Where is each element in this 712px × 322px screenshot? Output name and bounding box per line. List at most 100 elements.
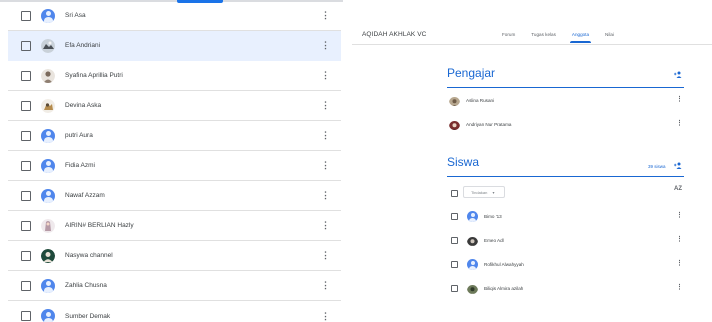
list-item[interactable]: Devina Aska ⋮ [8,91,341,121]
row-checkbox[interactable] [451,237,458,244]
avatar [41,309,55,322]
student-name: putri Aura [65,132,93,139]
row-checkbox[interactable] [21,311,31,321]
more-vert-icon[interactable]: ⋮ [321,41,330,50]
avatar [41,8,55,23]
list-item[interactable]: Sumber Demak ⋮ [8,301,341,322]
teacher-name: Andriyan Nur Pratama [466,122,512,127]
tab-forum[interactable]: Forum [502,27,515,43]
avatar [467,211,478,222]
avatar [467,235,478,246]
teachers-divider [447,87,684,88]
more-vert-icon[interactable]: ⋮ [676,96,683,103]
teacher-row[interactable]: Andriyan Nur Pratama ⋮ [447,113,684,137]
row-checkbox[interactable] [21,130,31,141]
row-checkbox[interactable] [21,40,31,51]
avatar [449,119,460,130]
avatar [41,38,55,53]
tab-people[interactable]: Anggota [569,27,592,43]
more-vert-icon[interactable]: ⋮ [321,191,330,200]
avatar [41,188,55,203]
avatar [449,95,460,106]
add-teacher-icon[interactable] [674,71,683,78]
students-heading: Siswa [447,155,480,169]
student-name: Sumber Demak [65,312,111,320]
row-checkbox[interactable] [21,220,31,231]
avatar [41,158,55,173]
class-tabs: Forum Tugas kelas Anggota Nilai [502,27,630,43]
more-vert-icon[interactable]: ⋮ [321,251,330,260]
student-name: Efa Andriani [65,42,101,49]
student-name: Syafina Aprillia Putri [65,72,123,79]
student-name: Nasywa channel [65,252,113,259]
list-item[interactable]: Efa Andriani ⋮ [8,31,341,61]
student-row[interactable]: Rofikhul Alwahyyah ⋮ [447,253,684,277]
list-item[interactable]: AIRIN# BERLIAN Hazly ⋮ [8,211,341,241]
classroom-people-page: AQIDAH AKHLAK VC Forum Tugas kelas Anggo… [352,0,712,322]
list-item[interactable]: Syafina Aprillia Putri ⋮ [8,61,341,91]
avatar [41,128,55,143]
row-checkbox[interactable] [451,261,458,268]
student-count: 39 siswa [648,164,666,169]
student-name: Nawaf Azzam [65,192,105,199]
row-checkbox[interactable] [21,190,31,201]
list-item[interactable]: Nawaf Azzam ⋮ [8,181,341,211]
sort-az-icon[interactable]: AZ [674,186,682,192]
more-vert-icon[interactable]: ⋮ [676,260,683,267]
teacher-name: Aslina Rusani [466,98,495,103]
student-name: Biliqis Almira azilah [484,286,524,291]
avatar [41,218,55,233]
more-vert-icon[interactable]: ⋮ [321,11,330,20]
student-name: Devina Aska [65,102,102,109]
avatar [41,248,55,263]
chevron-down-icon: ▾ [492,190,495,195]
avatar [467,259,478,270]
student-row[interactable]: Emeo Adl ⋮ [447,229,684,253]
more-vert-icon[interactable]: ⋮ [321,311,330,321]
teacher-row[interactable]: Aslina Rusani ⋮ [447,89,684,113]
select-all-checkbox[interactable] [451,190,458,197]
actions-dropdown[interactable]: Tindakan ▾ [463,186,505,198]
row-checkbox[interactable] [21,160,31,171]
more-vert-icon[interactable]: ⋮ [321,131,330,140]
more-vert-icon[interactable]: ⋮ [321,221,330,230]
list-item[interactable]: Fidia Azmi ⋮ [8,151,341,181]
row-checkbox[interactable] [21,70,31,81]
student-name: Sri Asa [65,12,86,19]
teachers-heading: Pengajar [447,66,496,80]
avatar [41,68,55,83]
list-item[interactable]: Nasywa channel ⋮ [8,241,341,271]
row-checkbox[interactable] [451,285,458,292]
more-vert-icon[interactable]: ⋮ [321,161,330,170]
more-vert-icon[interactable]: ⋮ [321,101,330,110]
students-divider [447,176,684,177]
more-vert-icon[interactable]: ⋮ [321,281,330,290]
avatar [41,98,55,113]
student-name: Rofikhul Alwahyyah [484,262,524,267]
left-student-list: Sri Asa ⋮ Efa Andriani ⋮ Syafina Aprilli… [0,0,343,322]
more-vert-icon[interactable]: ⋮ [676,284,683,291]
more-vert-icon[interactable]: ⋮ [676,120,683,127]
row-checkbox[interactable] [21,250,31,261]
avatar [41,278,55,293]
student-row[interactable]: Bimo '13 ⋮ [447,205,684,229]
row-checkbox[interactable] [21,280,31,291]
more-vert-icon[interactable]: ⋮ [676,236,683,243]
list-item[interactable]: Sri Asa ⋮ [8,1,341,31]
row-checkbox[interactable] [21,10,31,21]
student-name: Fidia Azmi [65,162,95,169]
row-checkbox[interactable] [451,213,458,220]
student-name: Emeo Adl [484,238,504,243]
class-title[interactable]: AQIDAH AKHLAK VC [362,31,426,38]
tab-grades[interactable]: Nilai [605,27,614,43]
more-vert-icon[interactable]: ⋮ [676,212,683,219]
student-name: Bimo '13 [484,214,502,219]
invite-student-icon[interactable] [674,162,683,169]
more-vert-icon[interactable]: ⋮ [321,71,330,80]
list-item[interactable]: putri Aura ⋮ [8,121,341,151]
tab-classwork[interactable]: Tugas kelas [531,27,556,43]
student-row[interactable]: Biliqis Almira azilah ⋮ [447,277,684,301]
avatar [467,283,478,294]
row-checkbox[interactable] [21,100,31,111]
list-item[interactable]: Zahlia Chusna ⋮ [8,271,341,301]
